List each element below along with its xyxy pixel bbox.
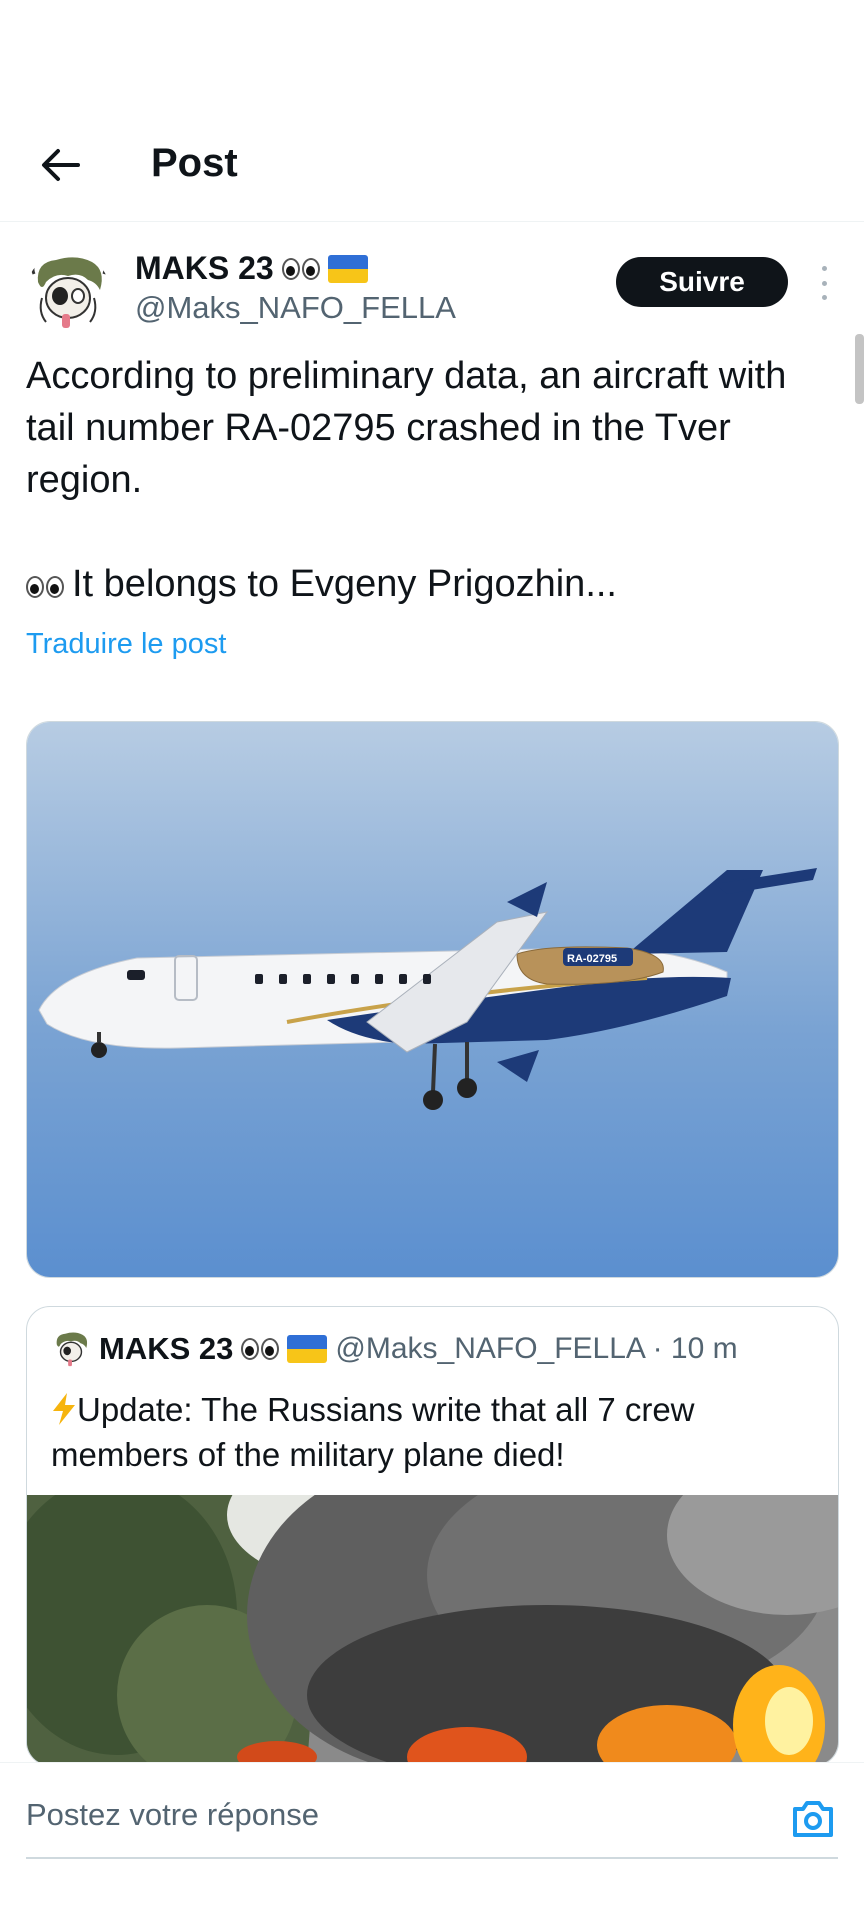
quoted-post-text: Update: The Russians write that all 7 cr… xyxy=(51,1391,695,1473)
quoted-display-name: MAKS 23 xyxy=(99,1331,234,1366)
tail-number-label: RA-02795 xyxy=(567,953,617,965)
post-author: MAKS 23 @Maks_NAFO_FELLA Suivre xyxy=(26,250,838,332)
display-name[interactable]: MAKS 23 xyxy=(135,250,274,287)
camera-button[interactable] xyxy=(789,1795,837,1843)
translate-post-link[interactable]: Traduire le post xyxy=(26,628,226,661)
lightning-icon xyxy=(53,1393,75,1425)
top-bar: Post xyxy=(0,0,864,222)
quoted-post-header: MAKS 23 @Maks_NAFO_FELLA · 10 m xyxy=(51,1327,738,1371)
name-row: MAKS 23 xyxy=(135,250,368,287)
post-text: According to preliminary data, an aircra… xyxy=(26,350,826,610)
page-title: Post xyxy=(151,141,238,185)
quoted-post[interactable]: MAKS 23 @Maks_NAFO_FELLA · 10 m Update: … xyxy=(26,1306,839,1766)
post-text-line-2: It belongs to Evgeny Prigozhin... xyxy=(26,558,826,610)
quoted-handle-time: @Maks_NAFO_FELLA · 10 m xyxy=(335,1332,738,1365)
ukraine-flag-emoji xyxy=(327,254,368,283)
post-text-line-1: According to preliminary data, an aircra… xyxy=(26,355,787,501)
arrow-left-icon xyxy=(42,149,80,181)
avatar xyxy=(51,1329,91,1369)
more-options-icon[interactable] xyxy=(814,266,834,300)
reply-input-underline xyxy=(26,1857,838,1859)
post-image[interactable]: RA-02795 xyxy=(26,721,839,1278)
reply-bar: Postez votre réponse xyxy=(0,1762,864,1920)
reply-input[interactable]: Postez votre réponse xyxy=(26,1797,726,1833)
author-handle[interactable]: @Maks_NAFO_FELLA xyxy=(135,290,456,326)
follow-button[interactable]: Suivre xyxy=(616,257,788,307)
back-button[interactable] xyxy=(30,138,90,192)
camera-icon xyxy=(793,1801,833,1837)
avatar[interactable] xyxy=(26,252,110,332)
eyes-emoji xyxy=(241,1338,280,1360)
scrollbar-thumb[interactable] xyxy=(855,334,864,404)
eyes-emoji xyxy=(26,576,64,598)
quoted-post-image[interactable] xyxy=(27,1495,838,1765)
ukraine-flag-emoji xyxy=(287,1335,328,1363)
eyes-emoji xyxy=(281,257,320,280)
